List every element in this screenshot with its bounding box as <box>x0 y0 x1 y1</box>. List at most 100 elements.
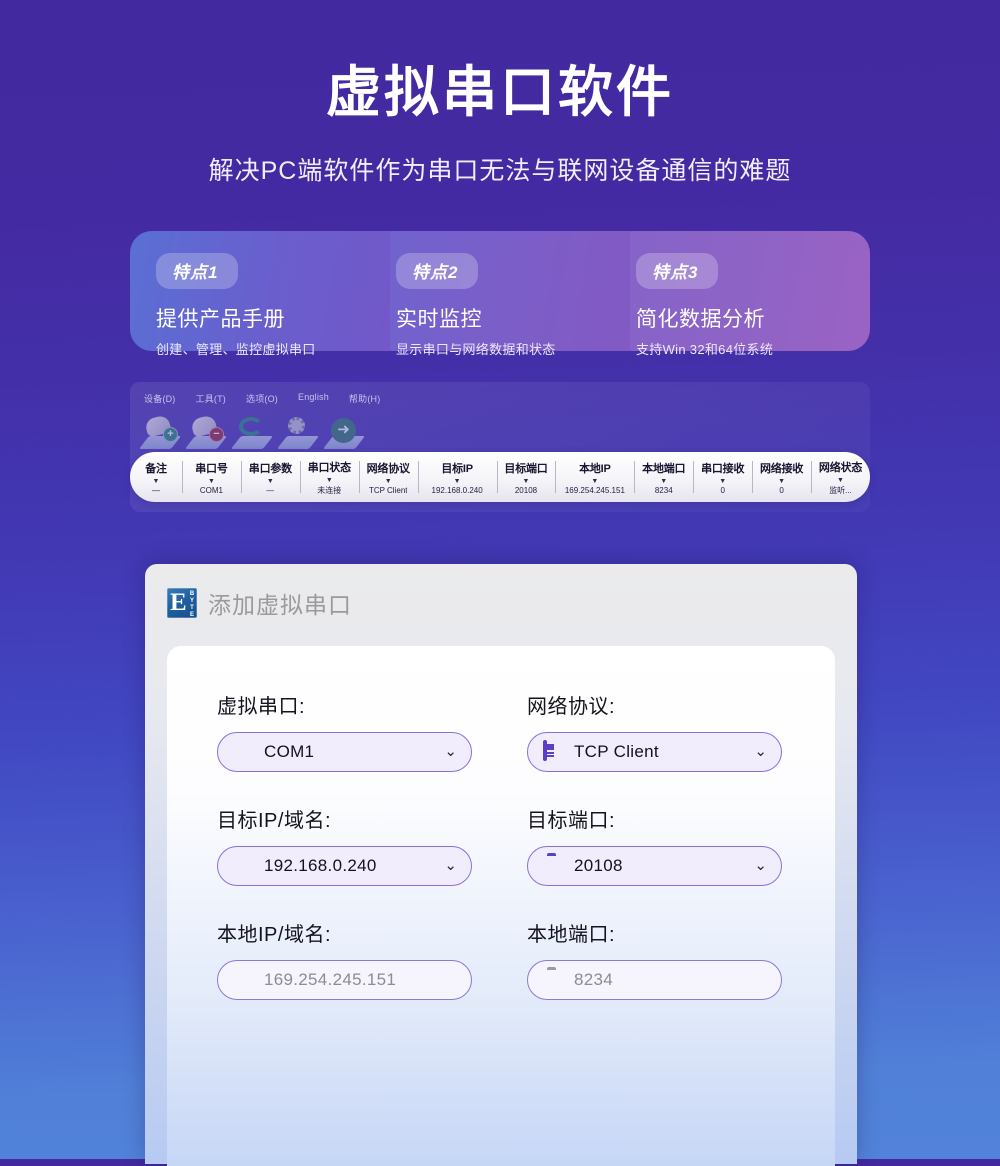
column-header: 串口参数 <box>248 462 292 475</box>
menu-bar: 设备(D) 工具(T) 选项(O) English 帮助(H) <box>130 382 870 405</box>
field-label: 虚拟串口: <box>217 696 306 718</box>
table-column-target-ip[interactable]: 目标IP ▼ 192.168.0.240 <box>417 452 497 502</box>
column-header: 本地IP <box>579 462 611 475</box>
feature-badge: 特点2 <box>396 252 479 289</box>
virtual-port-select[interactable]: COM1 ⌄ <box>217 732 472 772</box>
cell-value: 8234 <box>654 485 673 495</box>
column-header: 串口号 <box>195 462 228 475</box>
chevron-down-icon[interactable]: ▼ <box>660 478 667 485</box>
cell-value: 0 <box>720 485 725 495</box>
target-ip-select[interactable]: 192.168.0.240 ⌄ <box>217 846 472 886</box>
chevron-down-icon[interactable]: ⌄ <box>754 858 767 873</box>
logo-word: BYTE <box>189 591 195 619</box>
device-table: 备注 ▼ — 串口号 ▼ COM1 串口参数 ▼ — 串口状态 ▼ 未连接 网络… <box>130 452 870 502</box>
field-label: 本地端口: <box>527 924 616 946</box>
chevron-down-icon[interactable]: ⌄ <box>444 744 457 759</box>
menu-item-help[interactable]: 帮助(H) <box>349 392 381 405</box>
menu-item-options[interactable]: 选项(O) <box>246 392 278 405</box>
field-value: COM1 <box>264 742 315 761</box>
network-protocol-select[interactable]: TCP Client ⌄ <box>527 732 782 772</box>
chevron-down-icon[interactable]: ▼ <box>267 478 274 485</box>
target-port-select[interactable]: 20108 ⌄ <box>527 846 782 886</box>
table-column-port-status[interactable]: 串口状态 ▼ 未连接 <box>299 452 359 502</box>
column-header: 网络状态 <box>818 461 863 474</box>
field-value: 192.168.0.240 <box>264 856 377 875</box>
cell-value: 0 <box>779 485 784 495</box>
form-grid: 虚拟串口: COM1 ⌄ 网络协议: TCP Client ⌄ 目标IP/域名:… <box>167 646 835 1000</box>
feature-badge: 特点1 <box>156 252 239 289</box>
settings-icon[interactable] <box>276 415 320 449</box>
table-column-port-params[interactable]: 串口参数 ▼ — <box>240 452 300 502</box>
port-icon <box>543 970 563 990</box>
cell-value: COM1 <box>199 485 224 495</box>
column-header: 网络接收 <box>760 462 804 475</box>
dialog-title: 添加虚拟串口 <box>208 592 352 618</box>
field-network-protocol: 网络协议: TCP Client ⌄ <box>527 690 782 772</box>
table-column-serial-rx[interactable]: 串口接收 ▼ 0 <box>693 452 752 502</box>
refresh-icon[interactable] <box>230 415 274 449</box>
field-value: 8234 <box>574 970 614 989</box>
feature-title: 实时监控 <box>396 307 482 331</box>
chevron-down-icon[interactable]: ▼ <box>837 477 844 484</box>
cell-value: 169.254.245.151 <box>564 485 625 495</box>
chevron-down-icon[interactable]: ▼ <box>385 478 392 485</box>
field-label: 网络协议: <box>527 696 616 718</box>
toolbar: + − ➜ <box>130 414 870 449</box>
chevron-down-icon[interactable]: ▼ <box>719 478 726 485</box>
chevron-down-icon[interactable]: ⌄ <box>444 858 457 873</box>
feature-title: 提供产品手册 <box>156 307 285 331</box>
feature-title: 简化数据分析 <box>636 307 765 331</box>
add-virtual-port-dialog: E BYTE 添加虚拟串口 虚拟串口: COM1 ⌄ 网络协议: TCP Cli… <box>145 564 857 1166</box>
chevron-down-icon[interactable]: ▼ <box>454 478 461 485</box>
remove-device-icon[interactable]: − <box>184 414 228 449</box>
menu-item-device[interactable]: 设备(D) <box>144 392 176 405</box>
page-root: 虚拟串口软件 解决PC端软件作为串口无法与联网设备通信的难题 特点1 提供产品手… <box>0 0 1000 1166</box>
add-device-icon[interactable]: + <box>138 414 182 449</box>
chevron-down-icon[interactable]: ▼ <box>326 477 333 484</box>
feature-card: 特点2 实时监控 显示串口与网络数据和状态 <box>370 230 630 357</box>
cell-value: TCP Client <box>368 485 408 495</box>
column-header: 本地端口 <box>642 462 686 475</box>
field-virtual-port: 虚拟串口: COM1 ⌄ <box>217 690 472 772</box>
chevron-down-icon[interactable]: ▼ <box>591 478 598 485</box>
feature-description: 创建、管理、监控虚拟串口 <box>156 341 316 357</box>
menu-item-english[interactable]: English <box>298 392 329 405</box>
table-column-remark[interactable]: 备注 ▼ — <box>130 452 182 502</box>
local-ip-input[interactable]: 169.254.245.151 <box>217 960 472 1000</box>
table-column-protocol[interactable]: 网络协议 ▼ TCP Client <box>358 452 418 502</box>
field-value: 169.254.245.151 <box>264 970 397 989</box>
protocol-icon <box>543 740 563 762</box>
chevron-down-icon[interactable]: ▼ <box>523 478 530 485</box>
field-local-ip: 本地IP/域名: 169.254.245.151 <box>217 918 472 1000</box>
field-local-port: 本地端口: 8234 <box>527 918 782 1000</box>
page-subtitle: 解决PC端软件作为串口无法与联网设备通信的难题 <box>208 156 792 185</box>
table-column-network-status[interactable]: 网络状态 ▼ 监听... <box>811 452 870 502</box>
chevron-down-icon[interactable]: ▼ <box>778 478 785 485</box>
table-column-network-rx[interactable]: 网络接收 ▼ 0 <box>752 452 811 502</box>
table-column-local-ip[interactable]: 本地IP ▼ 169.254.245.151 <box>555 452 634 502</box>
dialog-header: E BYTE 添加虚拟串口 <box>145 564 857 620</box>
table-column-target-port[interactable]: 目标端口 ▼ 20108 <box>496 452 556 502</box>
cell-value: — <box>152 485 160 495</box>
local-port-input[interactable]: 8234 <box>527 960 782 1000</box>
ebyte-logo-icon: E BYTE <box>167 588 197 619</box>
page-header: 虚拟串口软件 解决PC端软件作为串口无法与联网设备通信的难题 <box>0 0 1000 187</box>
cell-value: — <box>266 485 275 495</box>
field-target-ip: 目标IP/域名: 192.168.0.240 ⌄ <box>217 804 472 886</box>
location-pin-icon <box>233 970 253 990</box>
feature-card: 特点1 提供产品手册 创建、管理、监控虚拟串口 <box>130 230 390 357</box>
column-header: 备注 <box>145 462 167 475</box>
field-label: 目标端口: <box>527 810 616 832</box>
menu-item-tools[interactable]: 工具(T) <box>196 392 227 405</box>
table-column-local-port[interactable]: 本地端口 ▼ 8234 <box>634 452 693 502</box>
chevron-down-icon[interactable]: ▼ <box>208 478 215 485</box>
field-label: 目标IP/域名: <box>217 810 332 832</box>
feature-description: 显示串口与网络数据和状态 <box>396 341 556 357</box>
field-value: TCP Client <box>574 742 659 761</box>
column-header: 网络协议 <box>366 462 410 475</box>
chevron-down-icon[interactable]: ▼ <box>153 478 160 485</box>
cell-value: 监听... <box>829 485 852 495</box>
start-icon[interactable]: ➜ <box>322 415 366 449</box>
table-column-port-number[interactable]: 串口号 ▼ COM1 <box>182 452 241 502</box>
chevron-down-icon[interactable]: ⌄ <box>754 744 767 759</box>
